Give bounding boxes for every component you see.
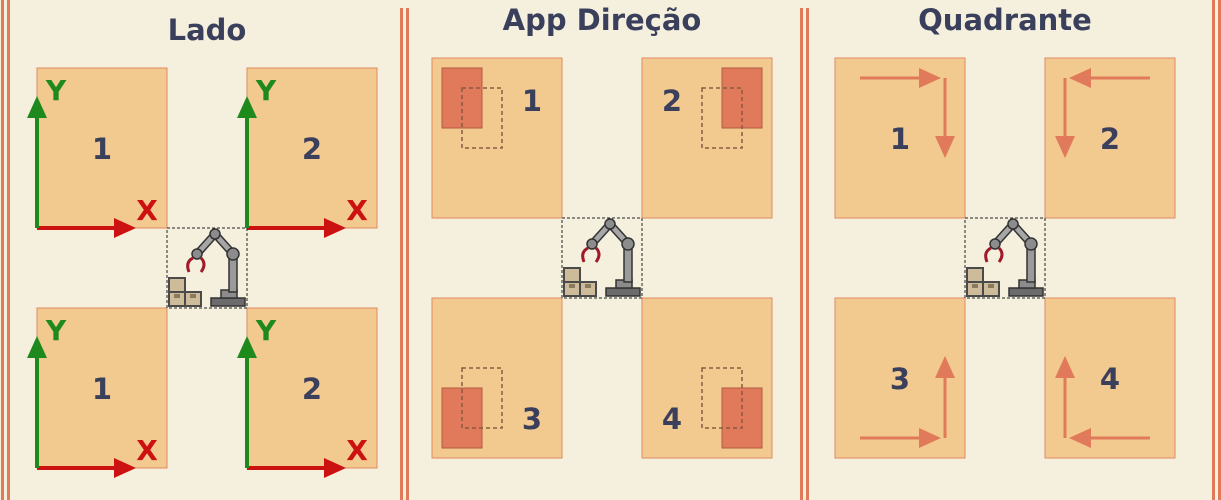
pallet-number: 3 xyxy=(522,402,542,436)
pallet-lado-1: 1 X Y xyxy=(27,67,168,238)
pallet-number: 2 xyxy=(662,84,682,118)
robot-arm-icon xyxy=(167,228,247,308)
panel-quadrante: Quadrante 1 2 3 4 xyxy=(834,3,1176,459)
pallet-quad-3: 3 xyxy=(834,297,966,459)
y-axis-label: Y xyxy=(255,74,277,107)
pallet-number: 2 xyxy=(302,132,322,166)
x-axis-label: X xyxy=(346,194,368,227)
x-axis-label: X xyxy=(136,434,158,467)
pallet-number: 4 xyxy=(1100,362,1120,396)
y-axis-label: Y xyxy=(255,314,277,347)
pallet-quad-4: 4 xyxy=(1044,297,1176,459)
panel-title-quadrante: Quadrante xyxy=(918,3,1092,37)
pallet-quad-2: 2 xyxy=(1044,57,1176,219)
pallet-app-3: 3 xyxy=(431,297,563,459)
pallet-app-1: 1 xyxy=(431,57,563,219)
divider-right xyxy=(1212,0,1221,500)
divider-2 xyxy=(800,8,809,500)
pallet-app-4: 4 xyxy=(641,297,773,459)
panel-title-lado: Lado xyxy=(168,13,247,47)
divider-1 xyxy=(400,8,409,500)
pallet-number: 2 xyxy=(302,372,322,406)
diagram-canvas: Lado 1 X Y 2 X Y 1 X Y 2 X Y App Direção… xyxy=(1,0,1221,500)
robot-arm-icon xyxy=(562,218,642,298)
panel-title-app-direcao: App Direção xyxy=(503,3,702,37)
box-position xyxy=(721,387,763,449)
pallet-number: 4 xyxy=(662,402,682,436)
pallet-app-2: 2 xyxy=(641,57,773,219)
y-axis-label: Y xyxy=(45,74,67,107)
pallet-number: 3 xyxy=(890,362,910,396)
x-axis-label: X xyxy=(136,194,158,227)
pallet-number: 1 xyxy=(92,372,112,406)
robot-arm-icon xyxy=(965,218,1045,298)
pallet-lado-3: 1 X Y xyxy=(27,307,168,478)
pallet-lado-4: 2 X Y xyxy=(237,307,378,478)
panel-lado: Lado 1 X Y 2 X Y 1 X Y 2 X Y xyxy=(27,13,378,478)
panel-app-direcao: App Direção 1 2 3 4 xyxy=(431,3,773,459)
divider-left xyxy=(1,0,10,500)
pallet-lado-2: 2 X Y xyxy=(237,67,378,238)
y-axis-label: Y xyxy=(45,314,67,347)
pallet-number: 1 xyxy=(522,84,542,118)
pallet-number: 1 xyxy=(92,132,112,166)
x-axis-label: X xyxy=(346,434,368,467)
pallet-number: 2 xyxy=(1100,122,1120,156)
pallet-quad-1: 1 xyxy=(834,57,966,219)
pallet-number: 1 xyxy=(890,122,910,156)
